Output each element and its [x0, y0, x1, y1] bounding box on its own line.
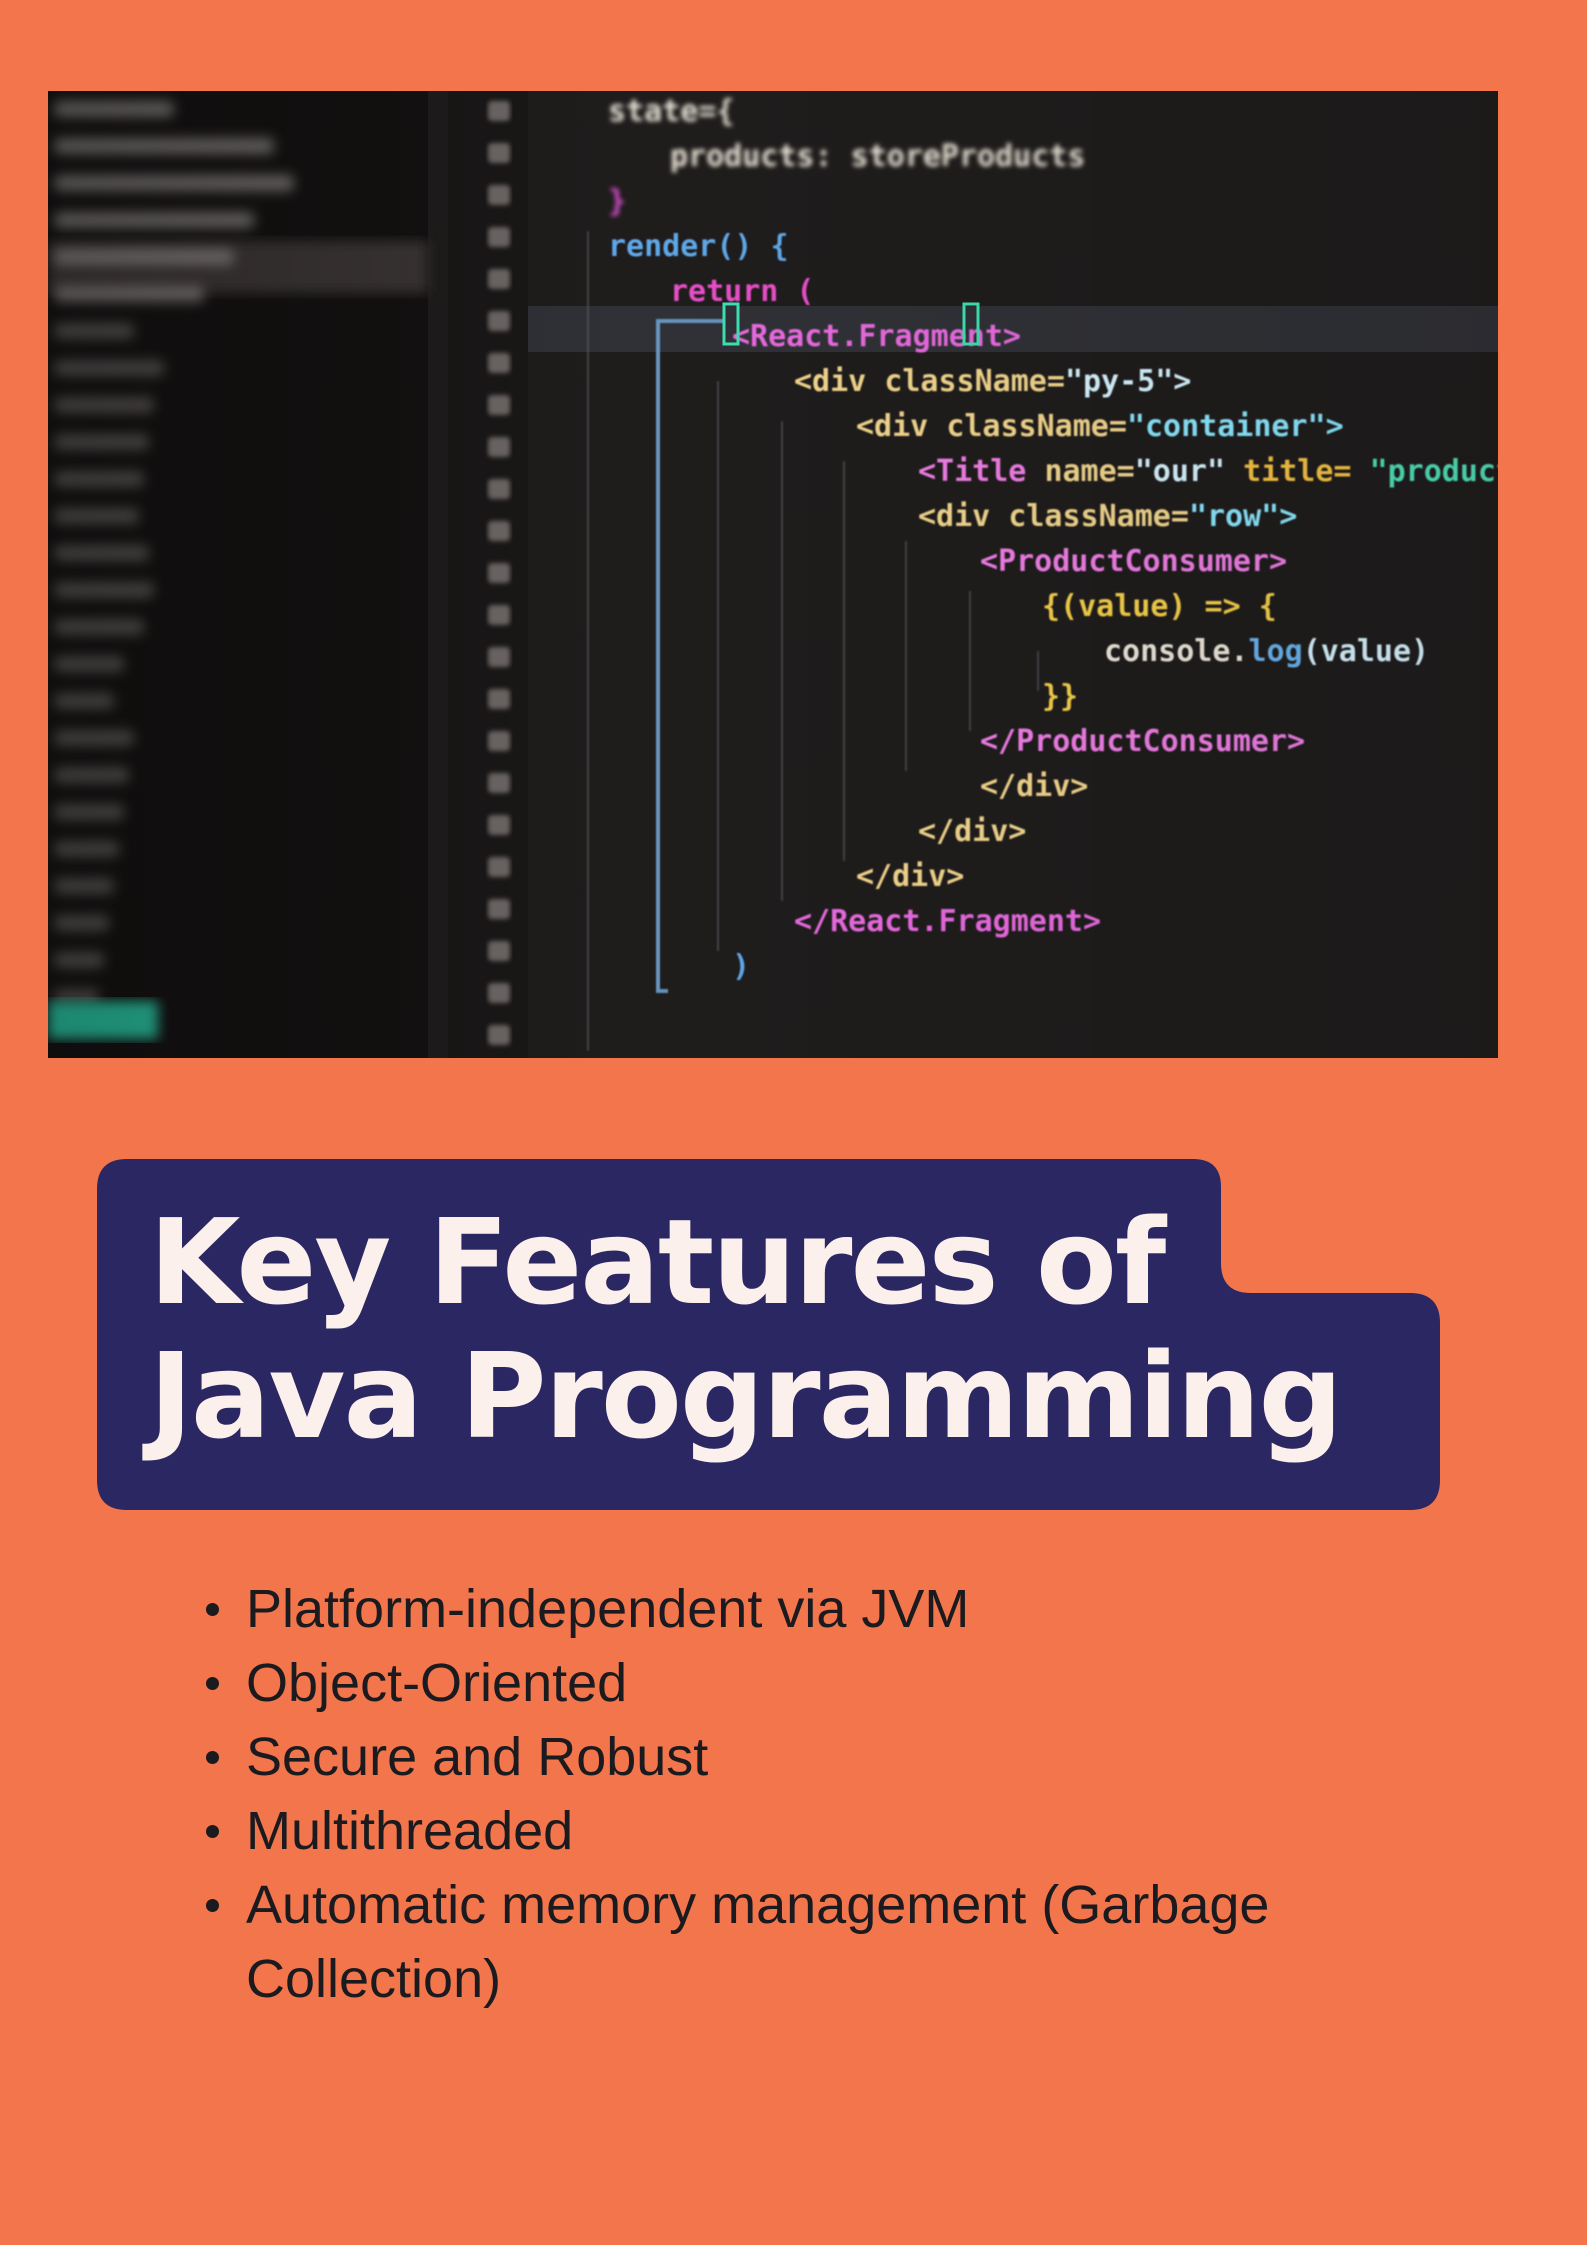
list-item: Platform-independent via JVM: [206, 1572, 1426, 1646]
code-screen-photo: state={products: storeProducts}render() …: [48, 91, 1498, 1058]
list-item: Automatic memory management (Garbage Col…: [206, 1868, 1426, 2016]
list-item: Multithreaded: [206, 1794, 1426, 1868]
list-item: Object-Oriented: [206, 1646, 1426, 1720]
page-title-line-2: Java Programming: [149, 1327, 1343, 1465]
code-editor-photo-icon: state={products: storeProducts}render() …: [48, 91, 1498, 1058]
feature-list: Platform-independent via JVM Object-Orie…: [200, 1572, 1426, 2016]
title-block: Key Features of Java Programming: [97, 1159, 1440, 1510]
page-title-line-1: Key Features of: [149, 1193, 1166, 1331]
list-item: Secure and Robust: [206, 1720, 1426, 1794]
